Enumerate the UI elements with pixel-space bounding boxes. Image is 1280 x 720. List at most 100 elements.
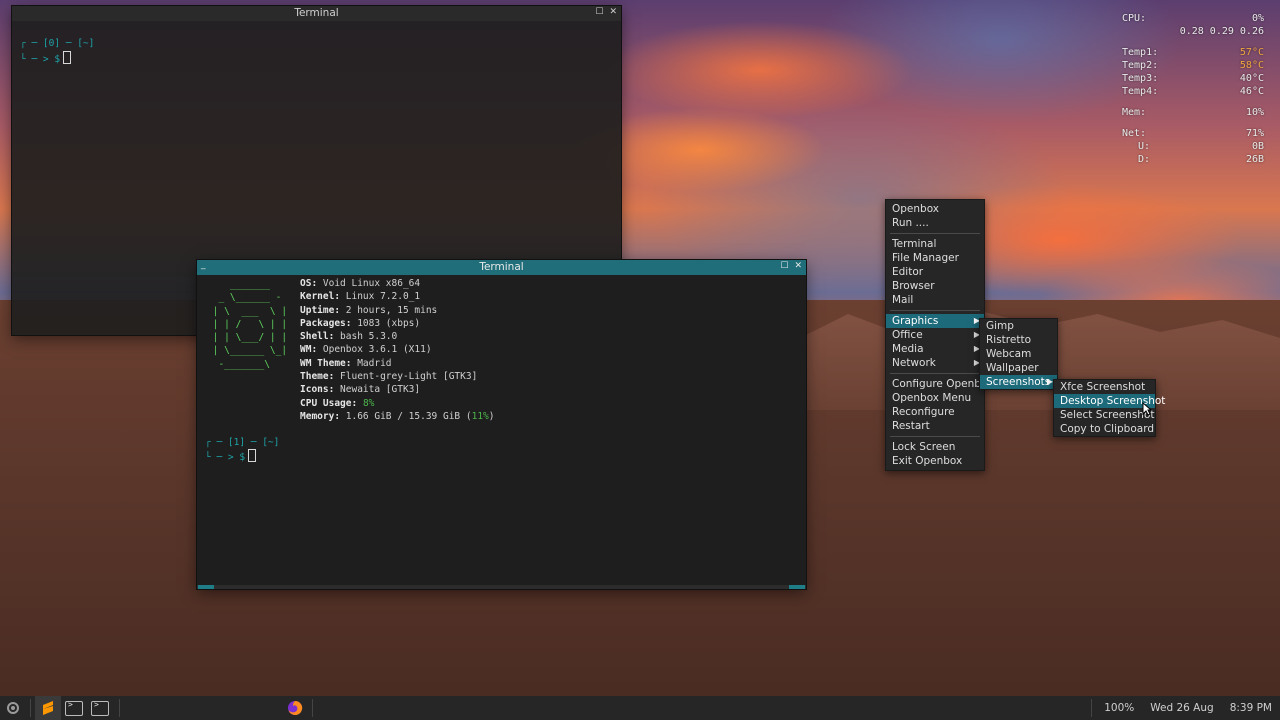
mouse-pointer-icon (1142, 402, 1152, 416)
date[interactable]: Wed 26 Aug (1142, 702, 1221, 714)
info-value: Fluent-grey-Light [GTK3] (334, 371, 478, 383)
cpu-load: 0.28 0.29 0.26 (1179, 26, 1264, 37)
terminal-body[interactable]: ┌ ─ [0] ─ [~] └ ─ > $ (12, 21, 621, 69)
logo-line: | \ ___ \ | (207, 305, 288, 317)
mem-value: 10% (1245, 107, 1264, 118)
scrollbar-right[interactable] (789, 585, 805, 589)
download-label: D: (1138, 154, 1151, 165)
menu-item-desktop-screenshot[interactable]: Desktop Screenshot (1054, 394, 1165, 408)
maximize-icon[interactable]: ☐ (780, 261, 788, 271)
terminal-cursor (248, 449, 257, 463)
menu-item-xfce-screenshot[interactable]: Xfce Screenshot (1054, 380, 1155, 394)
taskbar-separator (119, 699, 120, 717)
terminal-icon (65, 700, 83, 716)
taskbar-separator (312, 699, 313, 717)
system-tray: 100% Wed 26 Aug 8:39 PM (1087, 696, 1280, 720)
app-menu-button[interactable] (0, 696, 26, 720)
terminal-prompt[interactable]: ┌ ─ [1] ─ [~] └ ─ > $ (205, 436, 279, 465)
menu-separator (890, 373, 980, 374)
prompt-bottom: └ ─ > $ (20, 53, 61, 65)
scrollbar-left[interactable] (198, 585, 214, 589)
menu-item-openbox-menu[interactable]: Openbox Menu (886, 391, 984, 405)
info-label: WM: (300, 344, 318, 356)
menu-item-run[interactable]: Run .... (886, 216, 984, 230)
info-label: Shell: (300, 331, 335, 343)
sublime-text-launcher[interactable] (35, 696, 61, 720)
menu-item-select-screenshot[interactable]: Select Screenshot (1054, 408, 1155, 422)
menu-item-graphics[interactable]: Graphics ▶ (886, 314, 984, 328)
logo-line: | | / \ | | (207, 318, 288, 330)
taskbar-separator (1091, 699, 1093, 717)
info-value: Void Linux x86_64 (317, 278, 421, 289)
menu-item-browser[interactable]: Browser (886, 279, 984, 293)
info-value: 1083 (xbps) (351, 317, 421, 329)
menu-item-terminal[interactable]: Terminal (886, 237, 984, 251)
info-value: Openbox 3.6.1 (X11) (317, 344, 432, 356)
fetch-info: OS: Void Linux x86_64 Kernel: Linux 7.2.… (300, 277, 495, 423)
info-label: Packages: (300, 317, 352, 329)
upload-label: U: (1138, 141, 1151, 152)
temp2-label: Temp2: (1122, 60, 1159, 71)
menu-item-file-manager[interactable]: File Manager (886, 251, 984, 265)
menu-item-media[interactable]: Media ▶ (886, 342, 984, 356)
menu-item-editor[interactable]: Editor (886, 265, 984, 279)
taskbar-terminal-1[interactable] (61, 696, 87, 720)
info-value: Linux 7.2.0_1 (340, 291, 421, 303)
menu-item-exit-openbox[interactable]: Exit Openbox (886, 454, 984, 468)
taskbar-separator (30, 699, 31, 717)
terminal-window-active[interactable]: _ Terminal ☐ ✕ _______ _ \______ - | \ _… (197, 260, 806, 589)
titlebar[interactable]: Terminal ☐ ✕ (12, 6, 621, 21)
screenshots-submenu[interactable]: Xfce Screenshot Desktop Screenshot Selec… (1053, 379, 1165, 437)
memory-percent: 11% (471, 410, 489, 422)
prompt-bottom: └ ─ > $ (205, 452, 246, 464)
menu-item-openbox[interactable]: Openbox (886, 202, 984, 216)
menu-item-mail[interactable]: Mail (886, 293, 984, 307)
menu-item-configure-openbox[interactable]: Configure Openbox (886, 377, 993, 391)
menu-item-network[interactable]: Network ▶ (886, 356, 984, 370)
volume-level[interactable]: 100% (1096, 702, 1142, 714)
graphics-submenu[interactable]: Gimp Ristretto Webcam Wallpaper Screensh… (979, 318, 1058, 390)
info-value: 2 hours, 15 mins (340, 304, 438, 316)
cpu-usage-value: 8% (362, 397, 375, 409)
cpu-value: 0% (1251, 13, 1264, 24)
firefox-launcher[interactable] (282, 696, 308, 720)
sublime-text-icon (43, 701, 53, 715)
conky-monitor: CPU: 0% 0.28 0.29 0.26 Temp1: 57°C Temp2: 5… (1122, 12, 1264, 166)
menu-item-gimp[interactable]: Gimp (980, 319, 1057, 333)
info-value: bash 5.3.0 (334, 331, 398, 343)
temp2-value: 58°C (1239, 60, 1264, 71)
info-value: Madrid (351, 357, 392, 369)
logo-line: _______ (207, 279, 270, 290)
info-label: OS: (300, 278, 318, 289)
close-icon[interactable]: ✕ (794, 261, 802, 271)
menu-item-label: Media (892, 343, 924, 355)
info-label: Kernel: (300, 291, 341, 303)
temp3-label: Temp3: (1122, 73, 1159, 84)
close-icon[interactable]: ✕ (609, 7, 617, 17)
upload-value: 0B (1251, 141, 1264, 152)
bottom-scrollbar[interactable] (197, 585, 806, 589)
menu-item-copy-to-clipboard[interactable]: Copy to Clipboard (1054, 422, 1155, 436)
menu-item-wallpaper[interactable]: Wallpaper (980, 361, 1057, 375)
taskbar-terminal-2[interactable] (87, 696, 113, 720)
net-label: Net: (1122, 128, 1147, 139)
menu-item-webcam[interactable]: Webcam (980, 347, 1057, 361)
maximize-icon[interactable]: ☐ (595, 7, 603, 17)
temp1-value: 57°C (1239, 47, 1264, 58)
menu-item-screenshots[interactable]: Screenshots ▶ (980, 375, 1057, 389)
clock[interactable]: 8:39 PM (1222, 702, 1280, 714)
logo-line: -_______\ (207, 358, 270, 370)
menu-item-reconfigure[interactable]: Reconfigure (886, 405, 984, 419)
menu-item-office[interactable]: Office ▶ (886, 328, 984, 342)
firefox-icon (288, 700, 303, 715)
temp3-value: 40°C (1239, 73, 1264, 84)
menu-item-lock-screen[interactable]: Lock Screen (886, 440, 984, 454)
terminal-icon (91, 700, 109, 716)
menu-item-restart[interactable]: Restart (886, 419, 984, 433)
info-label: Uptime: (300, 304, 341, 316)
memory-close: ) (488, 410, 495, 422)
taskbar: 100% Wed 26 Aug 8:39 PM (0, 696, 1280, 720)
openbox-root-menu[interactable]: Openbox Run .... Terminal File Manager E… (885, 199, 993, 471)
menu-item-ristretto[interactable]: Ristretto (980, 333, 1057, 347)
titlebar[interactable]: _ Terminal ☐ ✕ (197, 260, 806, 275)
